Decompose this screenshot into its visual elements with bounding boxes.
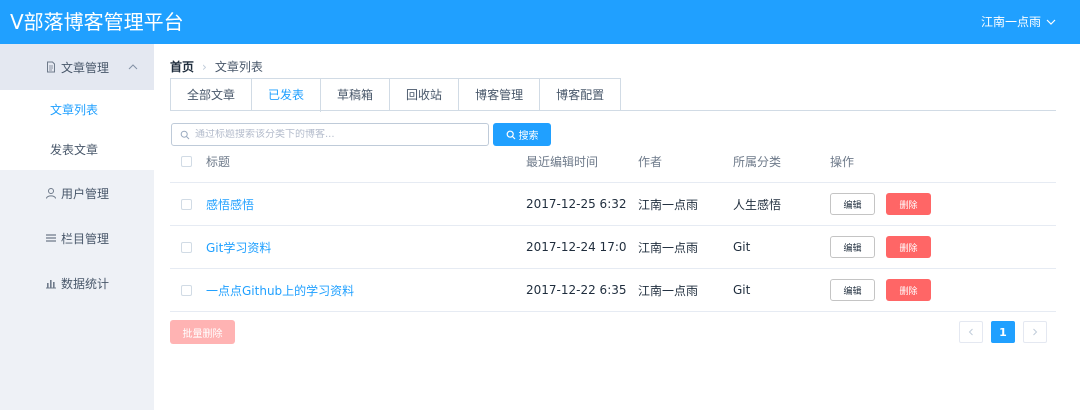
tab-published[interactable]: 已发表 (252, 79, 322, 112)
tab-divider (170, 110, 1056, 111)
sidebar-item-label: 用户管理 (61, 186, 110, 201)
tab-recycle-bin[interactable]: 回收站 (390, 79, 460, 111)
pagination-page-button[interactable]: 1 (991, 321, 1015, 343)
tab-blog-management[interactable]: 博客管理 (459, 79, 541, 111)
sidebar: 文章管理 文章列表 发表文章 用户管理 栏目管理 数据统计 (0, 44, 154, 410)
breadcrumb-separator-icon: › (202, 59, 207, 74)
chevron-up-icon (128, 64, 138, 70)
sidebar-item-article-list[interactable]: 文章列表 (0, 90, 154, 130)
table-row: 感悟感悟 2017-12-25 6:32 江南一点雨 人生感悟 编辑 删除 (170, 183, 1056, 226)
delete-button[interactable]: 删除 (886, 236, 931, 258)
row-checkbox[interactable] (181, 284, 192, 296)
search-icon (180, 130, 190, 139)
article-date: 2017-12-22 6:35 (526, 283, 627, 297)
chevron-down-icon (1046, 19, 1056, 25)
article-category: Git (733, 240, 751, 254)
article-category: 人生感悟 (733, 197, 782, 212)
edit-button[interactable]: 编辑 (830, 279, 875, 301)
article-category: Git (733, 283, 751, 297)
top-header: V部落博客管理平台 江南一点雨 (0, 0, 1080, 44)
user-menu[interactable]: 江南一点雨 (981, 13, 1056, 31)
delete-button[interactable]: 删除 (886, 279, 931, 301)
table-row: Git学习资料 2017-12-24 17:0 江南一点雨 Git 编辑 删除 (170, 226, 1056, 269)
edit-button[interactable]: 编辑 (830, 193, 875, 215)
search-icon (506, 130, 515, 139)
table-row: 一点点Github上的学习资料 2017-12-22 6:35 江南一点雨 Gi… (170, 269, 1056, 312)
column-header-operations: 操作 (830, 155, 855, 169)
tab-blog-config[interactable]: 博客配置 (540, 79, 621, 111)
article-submenu: 文章列表 发表文章 (0, 90, 154, 170)
row-checkbox[interactable] (181, 241, 192, 253)
breadcrumb-current: 文章列表 (214, 60, 263, 74)
tab-drafts[interactable]: 草稿箱 (321, 79, 391, 111)
tab-bar: 全部文章 已发表 草稿箱 回收站 博客管理 博客配置 (170, 78, 622, 112)
column-header-category: 所属分类 (733, 155, 782, 169)
sidebar-item-column-management[interactable]: 栏目管理 (0, 215, 154, 261)
search-button-label: 搜索 (518, 131, 539, 142)
sidebar-item-label: 栏目管理 (61, 231, 110, 246)
article-author: 江南一点雨 (638, 283, 699, 298)
column-header-author: 作者 (638, 155, 663, 169)
chevron-right-icon (1033, 328, 1038, 336)
menu-lines-icon (44, 231, 58, 245)
sidebar-item-publish-article[interactable]: 发表文章 (0, 130, 154, 170)
article-author: 江南一点雨 (638, 197, 699, 212)
batch-delete-button[interactable]: 批量删除 (170, 320, 235, 344)
sidebar-item-user-management[interactable]: 用户管理 (0, 170, 154, 216)
article-date: 2017-12-25 6:32 (526, 197, 627, 211)
column-header-date: 最近编辑时间 (526, 155, 599, 169)
app-title: V部落博客管理平台 (10, 10, 184, 34)
sidebar-item-label: 数据统计 (61, 276, 110, 291)
article-title-link[interactable]: Git学习资料 (206, 226, 271, 268)
bar-chart-icon (44, 276, 58, 290)
sidebar-item-label: 文章管理 (61, 60, 110, 75)
delete-button[interactable]: 删除 (886, 193, 931, 215)
sidebar-item-statistics[interactable]: 数据统计 (0, 260, 154, 306)
sidebar-item-article-management[interactable]: 文章管理 (0, 44, 154, 90)
column-header-title: 标题 (206, 155, 231, 169)
breadcrumb-home[interactable]: 首页 (170, 58, 194, 75)
article-title-link[interactable]: 一点点Github上的学习资料 (206, 269, 354, 311)
tab-all-articles[interactable]: 全部文章 (171, 79, 253, 111)
pagination-next-button[interactable] (1023, 321, 1047, 343)
table-header-row: 标题 最近编辑时间 作者 所属分类 操作 (170, 141, 1056, 183)
user-icon (44, 186, 58, 200)
row-checkbox[interactable] (181, 198, 192, 210)
article-title-link[interactable]: 感悟感悟 (206, 183, 254, 225)
article-date: 2017-12-24 17:0 (526, 240, 627, 254)
user-name: 江南一点雨 (980, 15, 1041, 29)
breadcrumb: 首页 › 文章列表 (170, 58, 263, 75)
select-all-checkbox[interactable] (181, 156, 192, 167)
chevron-left-icon (968, 328, 973, 336)
search-input[interactable] (195, 129, 485, 140)
article-author: 江南一点雨 (638, 240, 699, 255)
edit-button[interactable]: 编辑 (830, 236, 875, 258)
main-content: 首页 › 文章列表 全部文章 已发表 草稿箱 回收站 博客管理 博客配置 搜索 … (154, 44, 1080, 410)
pagination-prev-button[interactable] (959, 321, 983, 343)
document-icon (44, 60, 58, 74)
